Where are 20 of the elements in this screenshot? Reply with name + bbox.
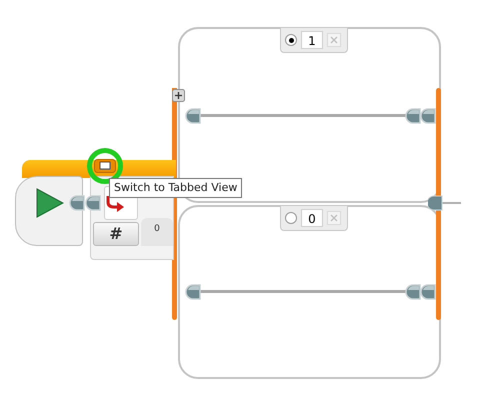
add-case-icon[interactable] <box>172 89 185 102</box>
tabbed-view-icon[interactable] <box>94 159 116 173</box>
sequence-plug[interactable] <box>404 284 422 300</box>
case-value-field[interactable]: 0 <box>301 209 323 227</box>
sequence-plug[interactable] <box>419 108 437 124</box>
mode-button[interactable]: # <box>93 222 139 246</box>
tooltip: Switch to Tabbed View <box>109 178 242 198</box>
play-icon[interactable] <box>36 188 64 218</box>
sequence-plug[interactable] <box>404 108 422 124</box>
exit-connector-icon <box>428 194 462 212</box>
sequence-plug[interactable] <box>184 108 202 124</box>
sequence-plug[interactable] <box>68 195 86 211</box>
sequence-plug[interactable] <box>84 195 102 211</box>
curved-arrow-icon <box>104 195 126 213</box>
case-radio[interactable] <box>285 34 297 46</box>
case-value-field[interactable]: 1 <box>301 31 323 49</box>
input-value[interactable]: 0 <box>141 218 173 246</box>
sequence-plug[interactable] <box>184 284 202 300</box>
sequence-plug[interactable] <box>419 284 437 300</box>
case-radio[interactable] <box>285 212 297 224</box>
